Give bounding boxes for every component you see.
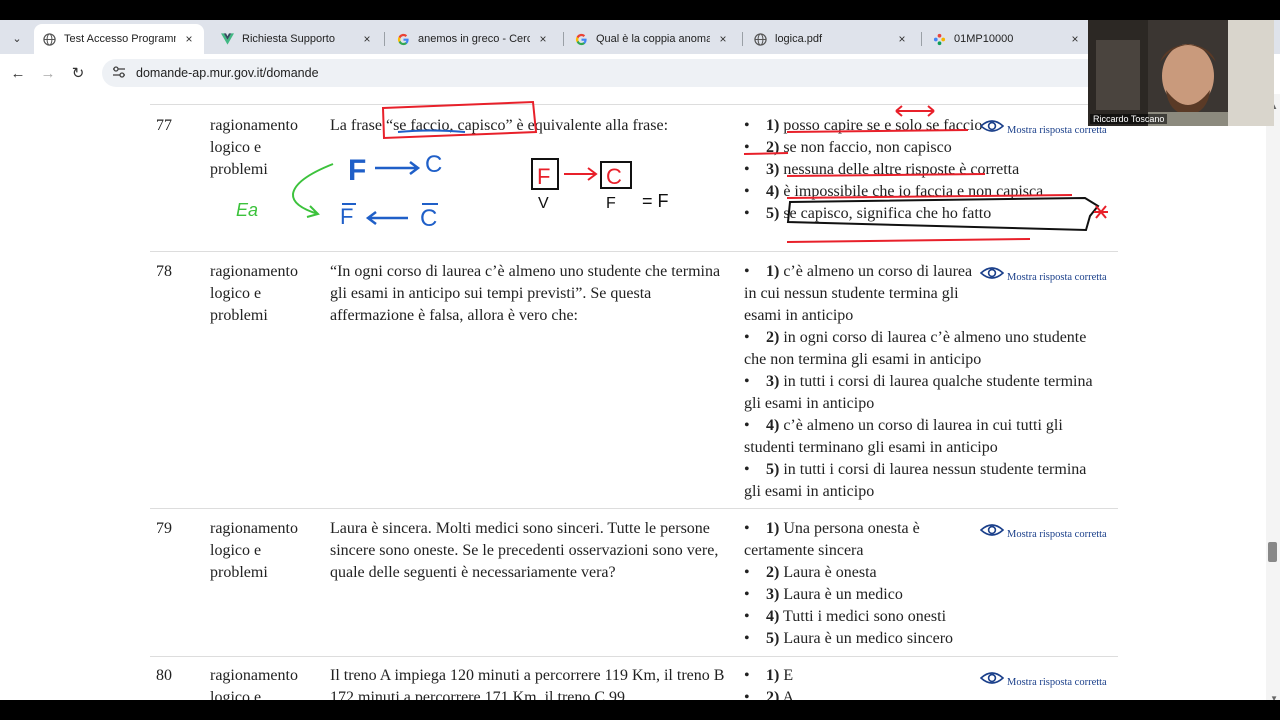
tab-test-accesso[interactable]: Test Accesso Programmato × [34,24,204,54]
tab-separator [384,32,385,46]
google-icon [396,32,410,46]
question-text: Il treno A impiega 120 minuti a percorre… [330,667,725,700]
tab-search-button[interactable]: ⌄ [6,27,28,49]
question-category: ragionamento logico e problemi [210,667,298,700]
tab-title: logica.pdf [775,33,823,45]
eye-icon [979,265,1005,290]
url-text: domande-ap.mur.gov.it/domande [136,66,319,80]
tab-richiesta-supporto[interactable]: Richiesta Supporto × [212,24,382,54]
answer-item: • 5) in tutti i corsi di laurea nessun st… [744,461,1087,500]
answer-item: • 5) se capisco, significa che ho fatto [744,205,992,222]
address-bar[interactable]: domande-ap.mur.gov.it/domande [102,59,1102,87]
tab-anemos-greco[interactable]: anemos in greco - Cerca co × [388,24,558,54]
arrow-left-icon: ← [10,64,26,82]
webcam-overlay: Riccardo Toscano [1088,20,1274,126]
close-icon[interactable]: × [182,32,196,46]
question-number: 80 [156,667,172,684]
answer-item: • 5) Laura è un medico sincero [744,630,954,647]
question-row-80: 80 ragionamento logico e problemi Il tre… [150,656,1118,700]
answer-item: • 2) in ogni corso di laurea c’è almeno u… [744,329,1087,368]
show-correct-answer-button[interactable]: Mostra risposta corretta [979,522,1107,547]
question-row-79: 79 ragionamento logico e problemi Laura … [150,508,1118,656]
forward-button[interactable]: → [37,62,59,84]
answer-item: • 4) Tutti i medici sono onesti [744,608,947,625]
bottom-black-bar [0,700,1280,720]
tab-title: 01MP10000 [954,33,1014,45]
close-icon[interactable]: × [716,32,730,46]
question-text: “In ogni corso di laurea c’è almeno uno … [330,263,721,324]
answer-item: • 3) in tutti i corsi di laurea qualche s… [744,373,1093,412]
tab-coppia-anomala[interactable]: Qual è la coppia anomala × [566,24,738,54]
question-number: 77 [156,117,172,134]
answer-item: • 3) Laura è un medico [744,586,903,603]
tab-01mp10000[interactable]: 01MP10000 × [924,24,1090,54]
tab-separator [742,32,743,46]
question-category: ragionamento logico e problemi [210,117,298,178]
vue-icon [220,32,234,46]
close-icon[interactable]: × [1068,32,1082,46]
show-correct-answer-button[interactable]: Mostra risposta corretta [979,670,1107,695]
answer-list: • 1) c’è almeno un corso di laurea in cui… [744,261,1104,503]
questions-page: 77 ragionamento logico e problemi La fra… [0,94,1280,700]
tab-title: Richiesta Supporto [242,33,335,45]
close-icon[interactable]: × [360,32,374,46]
scroll-down-icon[interactable]: ▼ [1270,688,1278,700]
answer-item: • 3) nessuna delle altre risposte è corre… [744,161,1020,178]
close-icon[interactable]: × [536,32,550,46]
question-category: ragionamento logico e problemi [210,520,298,581]
reload-icon: ↻ [71,65,85,82]
globe-icon [42,32,56,46]
tab-separator [921,32,922,46]
question-number: 79 [156,520,172,537]
show-correct-answer-button[interactable]: Mostra risposta corretta [979,265,1107,290]
question-text: Laura è sincera. Molti medici sono since… [330,520,719,581]
tab-title: Qual è la coppia anomala [596,33,710,45]
tab-title: anemos in greco - Cerca co [418,33,530,45]
answer-item: • 4) c’è almeno un corso di laurea in cui… [744,417,1063,456]
tab-separator [563,32,564,46]
eye-icon [979,670,1005,695]
chevron-down-icon: ⌄ [12,32,22,45]
answer-item: • 4) è impossibile che io faccia e non ca… [744,183,1044,200]
vertical-scrollbar[interactable]: ▲ ▼ [1266,94,1280,700]
answer-item: • 2) Laura è onesta [744,564,877,581]
tab-title: Test Accesso Programmato [64,33,176,45]
globe-icon [753,32,767,46]
question-number: 78 [156,263,172,280]
eye-icon [979,118,1005,143]
webcam-video [1088,20,1274,126]
answer-item: • 1) c’è almeno un corso di laurea in cui… [744,263,973,324]
back-button[interactable]: ← [7,62,29,84]
question-text: La frase “se faccio, capisco” è equivale… [330,117,669,134]
question-row-78: 78 ragionamento logico e problemi “In og… [150,251,1118,507]
tab-logica-pdf[interactable]: logica.pdf × [745,24,917,54]
answer-item: • 1) Una persona onesta è certamente sinc… [744,520,920,559]
close-icon[interactable]: × [895,32,909,46]
top-black-bar [0,0,1280,20]
scrollbar-thumb[interactable] [1268,542,1277,562]
webcam-participant-name: Riccardo Toscano [1090,114,1168,124]
app-icon [932,32,946,46]
reload-button[interactable]: ↻ [67,62,89,84]
arrow-right-icon: → [40,64,56,82]
site-settings-icon[interactable] [112,65,126,81]
question-category: ragionamento logico e problemi [210,263,298,324]
question-row-77: 77 ragionamento logico e problemi La fra… [150,104,1118,250]
eye-icon [979,522,1005,547]
google-icon [574,32,588,46]
